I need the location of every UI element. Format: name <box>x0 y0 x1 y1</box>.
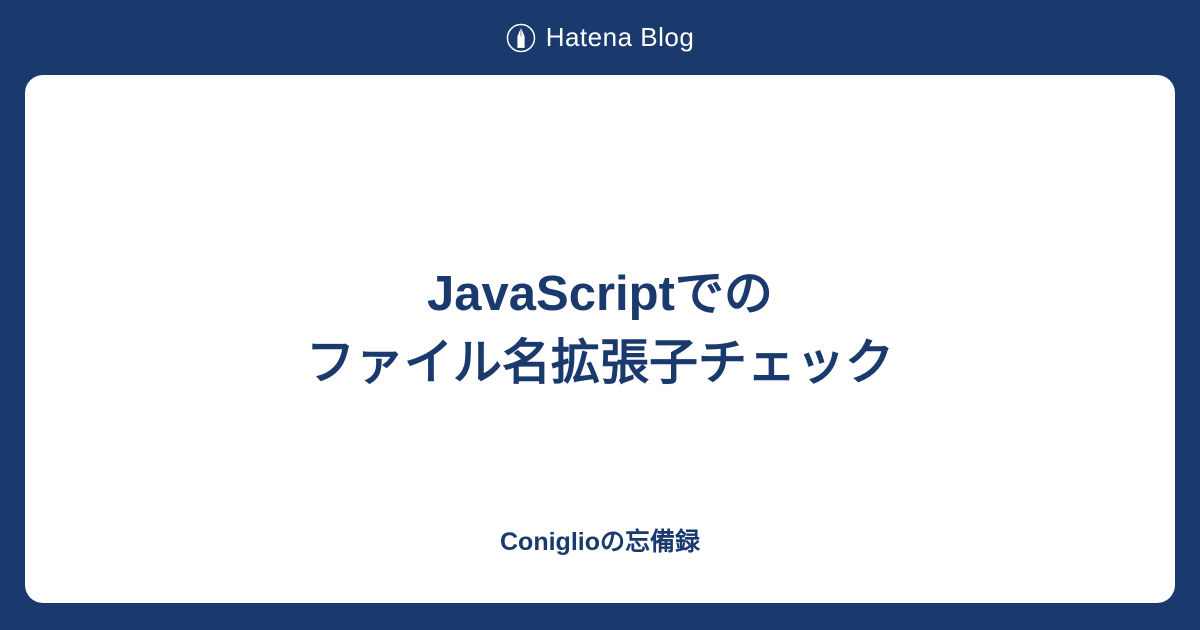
title-line-2: ファイル名拡張子チェック <box>306 336 894 390</box>
blog-name: Coniglioの忘備録 <box>500 522 700 558</box>
hatena-pen-icon <box>506 23 536 53</box>
content-card: JavaScriptでの ファイル名拡張子チェック Coniglioの忘備録 <box>25 75 1175 603</box>
logo-text: Hatena Blog <box>546 22 695 53</box>
title-line-1: JavaScriptでの <box>427 267 773 321</box>
header-logo: Hatena Blog <box>506 0 695 75</box>
article-title: JavaScriptでの ファイル名拡張子チェック <box>306 260 894 397</box>
